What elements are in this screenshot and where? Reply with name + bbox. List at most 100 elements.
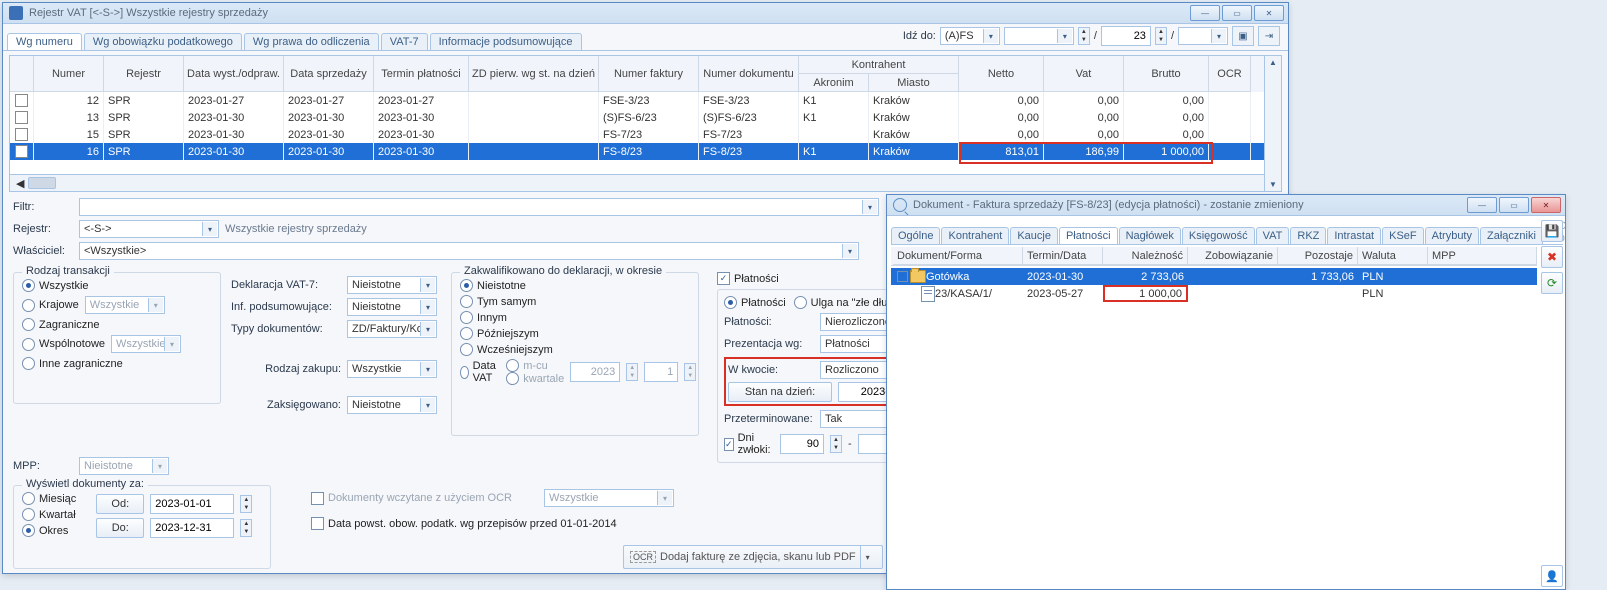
grid-row[interactable]: 15SPR2023-01-302023-01-302023-01-30FS-7/… — [10, 126, 1281, 143]
row-checkbox[interactable] — [15, 145, 28, 158]
plat-opt-ulga[interactable]: Ulga na "złe długi" — [794, 296, 900, 309]
col-vat[interactable]: Vat — [1044, 56, 1124, 92]
doc-maximize-button[interactable]: ▭ — [1499, 197, 1529, 213]
zakw-nieistotne[interactable]: Nieistotne — [460, 279, 690, 292]
filtr-combo[interactable]: ▾ — [79, 198, 879, 216]
doc-tab-zalaczniki[interactable]: Załączniki — [1480, 227, 1543, 244]
tab-informacje[interactable]: Informacje podsumowujące — [430, 33, 582, 50]
okres-kwartal[interactable]: Kwartał — [22, 508, 76, 521]
dh-pozostaje[interactable]: Pozostaje — [1278, 247, 1358, 265]
grid-row[interactable]: 16SPR2023-01-302023-01-302023-01-30FS-8/… — [10, 143, 1281, 160]
row-checkbox[interactable] — [15, 128, 28, 141]
delete-icon[interactable]: ✖ — [1541, 246, 1563, 268]
dh-termin[interactable]: Termin/Data — [1023, 247, 1103, 265]
idzdo-code-combo[interactable]: (A)FS ▾ — [940, 27, 1000, 45]
doc-tab-ogolne[interactable]: Ogólne — [891, 227, 940, 244]
refresh-icon[interactable]: ⟳ — [1541, 272, 1563, 294]
wlasciciel-combo[interactable]: <Wszystkie> ▾ — [79, 242, 859, 260]
col-kontrahent[interactable]: Kontrahent — [799, 56, 959, 74]
idzdo-spin-1[interactable]: ▲▼ — [1078, 27, 1090, 45]
col-brutto[interactable]: Brutto — [1124, 56, 1209, 92]
close-button[interactable]: ✕ — [1254, 5, 1284, 21]
grid-body[interactable]: 12SPR2023-01-272023-01-272023-01-27FSE-3… — [10, 92, 1281, 174]
dni-from-spin[interactable]: ▲▼ — [830, 435, 842, 453]
zakw-pozniejszym[interactable]: Późniejszym — [460, 327, 690, 340]
col-termin[interactable]: Termin płatności — [374, 56, 469, 92]
minimize-button[interactable]: — — [1190, 5, 1220, 21]
tab-vat7[interactable]: VAT-7 — [381, 33, 428, 50]
row-checkbox[interactable] — [15, 111, 28, 124]
col-akronim[interactable]: Akronim — [799, 74, 869, 92]
tree-toggle[interactable]: - — [897, 271, 908, 282]
idzdo-spin-2[interactable]: ▲▼ — [1155, 27, 1167, 45]
ocr-add-bar[interactable]: OCR Dodaj fakturę ze zdjęcia, skanu lub … — [623, 545, 883, 569]
scroll-down-icon[interactable]: ▼ — [1269, 180, 1277, 189]
doc-tab-atrybuty[interactable]: Atrybuty — [1425, 227, 1479, 244]
tab-wg-obowiazku[interactable]: Wg obowiązku podatkowego — [84, 33, 242, 50]
dh-naleznosc[interactable]: Należność — [1103, 247, 1188, 265]
doc-tree-body[interactable]: - Gotówka2023-01-302 733,061 733,06PLN 2… — [891, 268, 1537, 302]
col-data-sprz[interactable]: Data sprzedaży — [284, 56, 374, 92]
col-faktura[interactable]: Numer faktury — [599, 56, 699, 92]
doc-tab-rkz[interactable]: RKZ — [1290, 227, 1326, 244]
do-input[interactable] — [150, 518, 234, 538]
deklaracja-combo[interactable]: Nieistotne▾ — [347, 276, 437, 294]
scroll-up-icon[interactable]: ▲ — [1269, 58, 1277, 67]
idzdo-empty-combo-2[interactable]: ▾ — [1178, 27, 1228, 45]
zakw-tymsamym[interactable]: Tym samym — [460, 295, 690, 308]
col-netto[interactable]: Netto — [959, 56, 1044, 92]
doc-tab-ksiegowosc[interactable]: Księgowość — [1182, 227, 1255, 244]
rodzaj-zakupu-combo[interactable]: Wszystkie▾ — [347, 360, 437, 378]
rt-wszystkie[interactable]: Wszystkie — [22, 279, 212, 292]
doc-tab-intrastat[interactable]: Intrastat — [1327, 227, 1381, 244]
col-ocr[interactable]: OCR — [1209, 56, 1251, 92]
okres-okres[interactable]: Okres — [22, 524, 76, 537]
plat-opt-platnosci[interactable]: Płatności — [724, 296, 786, 309]
doc-row[interactable]: 23/KASA/1/2023-05-271 000,00PLN — [891, 285, 1537, 302]
zakw-innym[interactable]: Innym — [460, 311, 690, 324]
inf-combo[interactable]: Nieistotne▾ — [347, 298, 437, 316]
col-dokument[interactable]: Numer dokumentu — [699, 56, 799, 92]
do-button[interactable]: Do: — [96, 518, 144, 538]
maximize-button[interactable]: ▭ — [1222, 5, 1252, 21]
col-miasto[interactable]: Miasto — [869, 74, 959, 92]
rt-wspolnotowe[interactable]: Wspólnotowe — [22, 338, 105, 351]
rt-zagraniczne[interactable]: Zagraniczne — [22, 318, 212, 331]
user-icon[interactable]: 👤 — [1541, 565, 1563, 587]
grid-row[interactable]: 12SPR2023-01-272023-01-272023-01-27FSE-3… — [10, 92, 1281, 109]
doc-tab-kontrahent[interactable]: Kontrahent — [941, 227, 1009, 244]
main-titlebar[interactable]: Rejestr VAT [<-S->] Wszystkie rejestry s… — [3, 3, 1288, 24]
doc-tab-vat[interactable]: VAT — [1256, 227, 1290, 244]
dh-mpp[interactable]: MPP — [1428, 247, 1537, 265]
od-spin[interactable]: ▲▼ — [240, 495, 252, 513]
idzdo-num-input[interactable] — [1101, 26, 1151, 46]
doc-close-button[interactable]: ✕ — [1531, 197, 1561, 213]
idzdo-empty-combo[interactable]: ▾ — [1004, 27, 1074, 45]
typy-combo[interactable]: ZD/Faktury/Kor▾ — [347, 320, 437, 338]
tab-wg-prawa[interactable]: Wg prawa do odliczenia — [244, 33, 379, 50]
row-checkbox[interactable] — [15, 94, 28, 107]
doc-row[interactable]: - Gotówka2023-01-302 733,061 733,06PLN — [891, 268, 1537, 285]
doc-tab-platnosci[interactable]: Płatności — [1059, 227, 1118, 244]
doc-minimize-button[interactable]: — — [1467, 197, 1497, 213]
grid-vscroll[interactable]: ▲ ▼ — [1264, 56, 1281, 191]
od-input[interactable] — [150, 494, 234, 514]
dh-zobowiazanie[interactable]: Zobowiązanie — [1188, 247, 1278, 265]
grid-row[interactable]: 13SPR2023-01-302023-01-302023-01-30(S)FS… — [10, 109, 1281, 126]
data-powst-check[interactable]: Data powst. obow. podatk. wg przepisów p… — [311, 517, 674, 530]
zakw-datavat[interactable]: Data VAT — [460, 360, 500, 384]
doc-titlebar[interactable]: Dokument - Faktura sprzedaży [FS-8/23] (… — [887, 195, 1565, 216]
od-button[interactable]: Od: — [96, 494, 144, 514]
scroll-thumb[interactable] — [28, 177, 56, 189]
scroll-left-icon[interactable]: ◀ — [16, 177, 24, 190]
tab-wg-numeru[interactable]: Wg numeru — [7, 33, 82, 50]
col-numer[interactable]: Numer — [34, 56, 104, 92]
doc-tab-kaucje[interactable]: Kaucje — [1010, 227, 1058, 244]
doc-tab-ksef[interactable]: KSeF — [1382, 227, 1424, 244]
dni-from[interactable] — [780, 434, 824, 454]
stan-na-dzien-button[interactable]: Stan na dzień: — [728, 382, 832, 402]
col-rejestr[interactable]: Rejestr — [104, 56, 184, 92]
next-button[interactable]: ▣ — [1232, 26, 1254, 46]
okres-miesiac[interactable]: Miesiąc — [22, 492, 76, 505]
rt-inne[interactable]: Inne zagraniczne — [22, 357, 212, 370]
